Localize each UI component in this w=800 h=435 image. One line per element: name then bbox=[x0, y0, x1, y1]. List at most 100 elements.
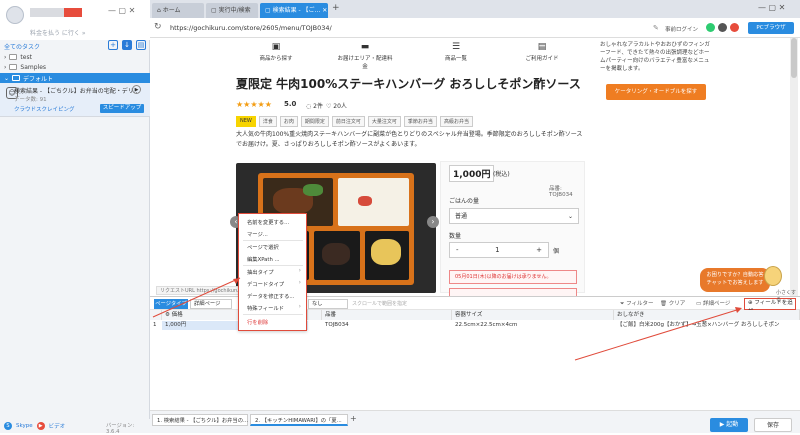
menu-modify-data[interactable]: データを修正する... bbox=[247, 292, 294, 300]
pre-login-button[interactable]: 事前ログイン bbox=[665, 25, 698, 33]
cloud-scraping-link[interactable]: クラウドスクレイピング bbox=[14, 105, 75, 113]
nav-search-products[interactable]: ▣ 商品から探す bbox=[246, 42, 306, 62]
menu-delete-row[interactable]: 行を削除 bbox=[247, 318, 268, 326]
task-card[interactable]: ☺ 検索結果 - 【ごちクル】お弁当の宅配・デリ... ▶ データ数: 91 ク… bbox=[0, 83, 150, 117]
rice-select-value: 普通 bbox=[455, 213, 468, 220]
import-icon[interactable]: ↓ bbox=[122, 40, 132, 50]
tree-item-test[interactable]: › test bbox=[4, 52, 32, 62]
menu-edit-xpath[interactable]: 編集XPath ... bbox=[247, 255, 280, 263]
upgrade-link[interactable]: 料金を払う に行く » bbox=[30, 28, 86, 37]
menu-extract-type[interactable]: 抽出タイプ bbox=[247, 268, 274, 276]
minimize-hint-link[interactable]: 小さくする bbox=[776, 289, 800, 303]
tag[interactable]: 高級お弁当 bbox=[439, 116, 473, 127]
refresh-icon[interactable]: ↻ bbox=[154, 22, 162, 32]
nav-guide[interactable]: ▤ ご利用ガイド bbox=[512, 42, 572, 62]
hint-text: チャットでお答えします bbox=[706, 280, 764, 286]
edit-icon[interactable]: ✎ bbox=[653, 24, 659, 32]
tag[interactable]: NEW bbox=[236, 116, 256, 127]
new-task-icon[interactable]: + bbox=[108, 40, 118, 50]
window-controls[interactable]: — ▢ ✕ bbox=[108, 6, 135, 15]
window-controls[interactable]: — ▢ ✕ bbox=[758, 3, 785, 12]
table-header[interactable] bbox=[308, 310, 322, 320]
tab-search-result[interactable]: ▢ 検索結果 - 【ご... ✕ bbox=[260, 3, 328, 18]
tag[interactable]: 前日注文可 bbox=[331, 116, 365, 127]
skype-link[interactable]: Skype bbox=[16, 423, 33, 429]
pc-browser-dropdown[interactable]: PCブラウザ bbox=[748, 22, 794, 34]
clear-button[interactable]: 🗑 クリア bbox=[660, 299, 685, 307]
tag[interactable]: 季節お弁当 bbox=[403, 116, 437, 127]
folder-icon bbox=[9, 64, 18, 70]
page-type-button[interactable]: ページタイプ bbox=[154, 299, 188, 309]
option-dropdown[interactable]: なし bbox=[308, 299, 348, 309]
add-tab-icon[interactable]: + bbox=[332, 3, 340, 13]
price-tax: (税込) bbox=[493, 171, 510, 178]
nav-delivery-area[interactable]: ▬ お届けエリア・配達料金 bbox=[335, 42, 395, 70]
video-link[interactable]: ビデオ bbox=[49, 422, 66, 430]
tag[interactable]: 期間限定 bbox=[300, 116, 329, 127]
folder-add-icon[interactable]: ▤ bbox=[136, 40, 146, 50]
scroll-range-hint[interactable]: スクロールで範囲を指定 bbox=[352, 300, 407, 307]
page-tab-2[interactable]: 2. 【キッチンHIMAWARI】の「夏... bbox=[250, 414, 348, 426]
trash-icon: 🗑 bbox=[660, 301, 667, 307]
extension-icon[interactable] bbox=[706, 23, 715, 32]
tag[interactable]: 大量注文可 bbox=[367, 116, 401, 127]
table-header[interactable]: 容器サイズ bbox=[452, 310, 614, 320]
extension-icon[interactable] bbox=[730, 23, 739, 32]
table-cell[interactable]: 【ご飯】白米200g【おかず】→玉葱×ハンバーグ おろししそポン bbox=[614, 321, 800, 330]
umeboshi bbox=[358, 196, 372, 206]
tab-running[interactable]: ▢ 実行中/検索 bbox=[206, 3, 258, 18]
extension-icon[interactable] bbox=[718, 23, 727, 32]
assistant-avatar-icon[interactable] bbox=[764, 266, 782, 286]
garnish bbox=[303, 184, 323, 196]
run-button[interactable]: ▶ 起動 bbox=[710, 418, 748, 432]
nav-label: お届けエリア・配達料金 bbox=[337, 56, 393, 70]
menu-rename[interactable]: 名前を変更する... bbox=[247, 218, 289, 226]
tag[interactable]: 洋食 bbox=[258, 116, 277, 127]
list-icon: ☰ bbox=[451, 42, 461, 52]
menu-select-in-page[interactable]: ページで選択 bbox=[247, 243, 279, 251]
folder-icon bbox=[12, 75, 21, 81]
tree-item-default[interactable]: ⌄ デフォルト bbox=[0, 73, 150, 83]
rice-cell bbox=[338, 178, 409, 226]
avatar[interactable] bbox=[6, 6, 24, 24]
table-header[interactable]: おしながき bbox=[614, 310, 800, 320]
quantity-value[interactable]: 1 bbox=[495, 246, 499, 254]
minus-button[interactable]: - bbox=[456, 246, 459, 254]
speedup-button[interactable]: スピードアップ bbox=[100, 104, 144, 113]
like-count[interactable]: ♡ 20人 bbox=[326, 101, 347, 110]
table-cell[interactable]: 22.5cm×22.5cm×4cm bbox=[452, 321, 614, 330]
page-tab-1[interactable]: 1. 検索結果 - 【ごちクル】お弁当の... bbox=[152, 414, 248, 426]
next-image-icon[interactable]: › bbox=[427, 216, 439, 228]
save-button[interactable]: 保存 bbox=[754, 418, 792, 432]
preview-button[interactable]: ▭ 詳細ページ bbox=[696, 299, 730, 307]
video-icon[interactable]: ▶ bbox=[36, 422, 45, 430]
tag[interactable]: お肉 bbox=[279, 116, 298, 127]
rice-select[interactable]: 普通 ⌄ bbox=[449, 208, 579, 224]
menu-merge[interactable]: マージ... bbox=[247, 230, 268, 238]
guide-icon: ▤ bbox=[537, 42, 547, 52]
filter-button[interactable]: ⏷ フィルター bbox=[620, 299, 654, 308]
catering-button[interactable]: ケータリング・オードブルを探す bbox=[606, 84, 706, 100]
plus-button[interactable]: + bbox=[536, 246, 542, 254]
delivery-alert: 05月01日(木)以降のお届けは承りません。 bbox=[449, 270, 577, 284]
nav-product-list[interactable]: ☰ 商品一覧 bbox=[426, 42, 486, 62]
scrollbar-thumb[interactable] bbox=[791, 38, 797, 78]
tag-list: NEW 洋食 お肉 期間限定 前日注文可 大量注文可 季節お弁当 高級お弁当 bbox=[236, 116, 473, 127]
url-input[interactable]: https://gochikuru.com/store/2605/menu/TO… bbox=[170, 24, 332, 32]
table-cell[interactable]: TOJB034 bbox=[322, 321, 452, 330]
menu-special-field[interactable]: 特殊フィールド bbox=[247, 304, 284, 312]
tree-item-samples[interactable]: › Samples bbox=[4, 62, 46, 72]
play-icon[interactable]: ▶ bbox=[132, 85, 141, 94]
review-count-text: 2件 bbox=[313, 103, 323, 110]
quantity-stepper[interactable]: - 1 + bbox=[449, 242, 549, 258]
menu-decode-type[interactable]: デコードタイプ bbox=[247, 280, 284, 288]
table-cell[interactable] bbox=[308, 321, 322, 330]
review-count[interactable]: ◌ 2件 bbox=[306, 101, 323, 110]
table-header[interactable]: 品番 bbox=[322, 310, 452, 320]
page-type-dropdown[interactable]: 詳細ページ bbox=[190, 299, 232, 309]
chat-hint-bubble[interactable]: お困りですか？自動応答 チャットでお答えします bbox=[700, 268, 770, 292]
add-page-icon[interactable]: + bbox=[350, 414, 357, 423]
skype-icon[interactable]: S bbox=[4, 422, 12, 430]
tab-home[interactable]: ⌂ ホーム bbox=[152, 3, 204, 18]
all-tasks-label[interactable]: 全てのタスク bbox=[4, 42, 40, 51]
